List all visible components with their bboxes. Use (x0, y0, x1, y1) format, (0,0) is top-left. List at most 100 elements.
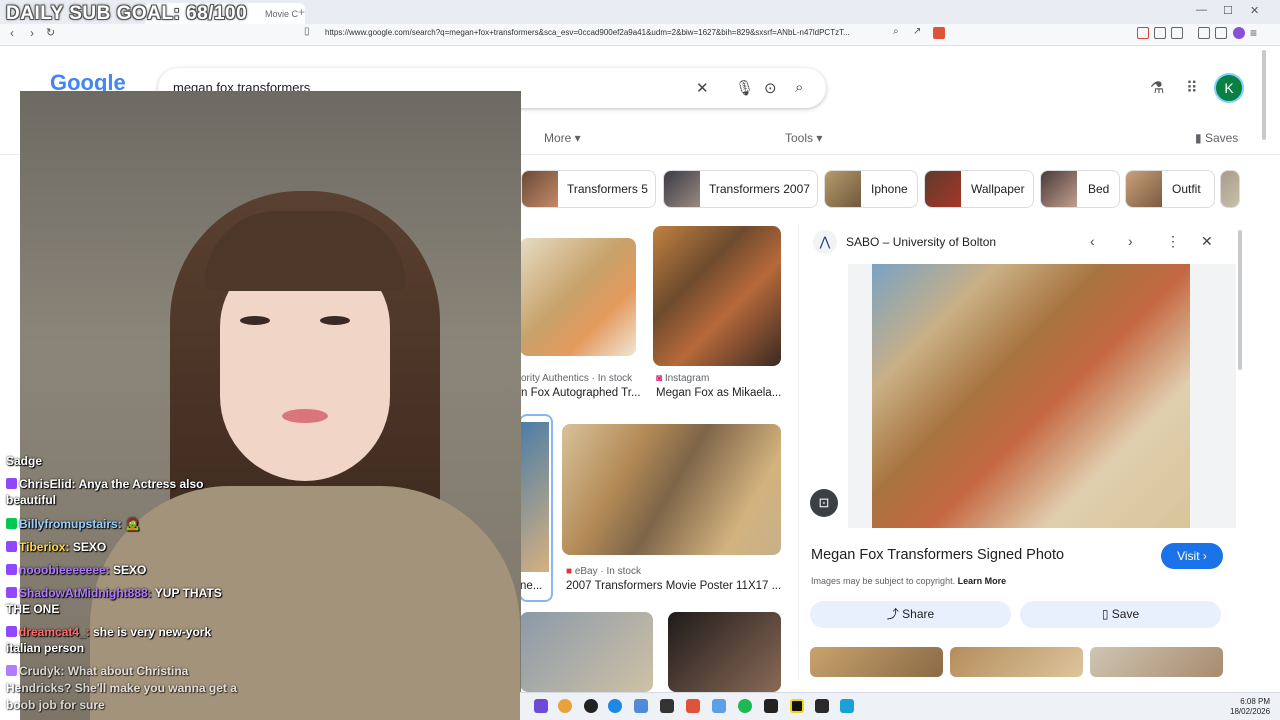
folder-icon[interactable] (634, 699, 648, 713)
result-title[interactable]: 2007 Transformers Movie Poster 11X17 ... (566, 580, 781, 592)
chip-iphone[interactable]: Iphone (824, 170, 918, 208)
media-icon[interactable] (1198, 27, 1210, 39)
next-icon[interactable]: › (1128, 233, 1133, 249)
ebay-icon: ■ (566, 566, 573, 577)
result-image[interactable] (520, 238, 636, 356)
chat-user: Crudyk: (19, 664, 65, 678)
close-window-icon[interactable]: ✕ (1250, 4, 1259, 17)
twitch-badge-icon (6, 626, 17, 637)
result-source: ■ eBay · In stock (566, 566, 641, 577)
chat-line: dreamcat4_: she is very new-york (6, 624, 211, 640)
maximize-icon[interactable]: ☐ (1223, 4, 1233, 17)
search-icon[interactable]: ⌕ (795, 79, 803, 96)
selected-result[interactable]: ne... (519, 414, 553, 602)
discord-icon[interactable] (534, 699, 548, 713)
tab-tools[interactable]: Tools ▾ (785, 131, 822, 145)
avatar[interactable]: K (1214, 73, 1244, 103)
edge-icon[interactable] (608, 699, 622, 713)
chip-bed[interactable]: Bed (1040, 170, 1120, 208)
chat-user: Tiberiox: (19, 540, 70, 554)
result-image[interactable] (562, 424, 781, 555)
reader-icon[interactable] (1171, 27, 1183, 39)
chat-line: THE ONE (6, 601, 59, 617)
zoom-icon[interactable]: ⌕ (893, 26, 899, 37)
spotify-icon[interactable] (738, 699, 752, 713)
chat-line: Sadge (6, 453, 42, 469)
back-icon[interactable]: ‹ (10, 26, 14, 40)
capcut-icon[interactable] (660, 699, 674, 713)
related-image[interactable] (810, 647, 943, 677)
brave-icon[interactable] (686, 699, 700, 713)
chip-outfit[interactable]: Outfit (1125, 170, 1215, 208)
obs-icon[interactable] (584, 699, 598, 713)
profile-icon[interactable] (1233, 27, 1245, 39)
bookmark-save-icon: ▯ (1101, 607, 1109, 621)
previous-icon[interactable]: ‹ (1090, 233, 1095, 249)
console-icon[interactable] (815, 699, 829, 713)
menu-icon[interactable]: ≡ (1250, 26, 1257, 40)
related-image[interactable] (950, 647, 1083, 677)
chat-user: Billyfromupstairs: (19, 517, 122, 531)
related-image[interactable] (1090, 647, 1223, 677)
preview-scrollbar[interactable] (1238, 230, 1242, 370)
chat-message: boob job for sure (6, 698, 105, 712)
chip-wallpaper[interactable]: Wallpaper (924, 170, 1034, 208)
extension-icon[interactable] (1137, 27, 1149, 39)
result-title[interactable]: Megan Fox as Mikaela... (656, 387, 781, 399)
brave-shield-icon[interactable] (933, 27, 945, 39)
chat-message: Hendricks? She'll make you wanna get a (6, 681, 237, 695)
result-title[interactable]: n Fox Autographed Tr... (521, 387, 641, 399)
result-image[interactable] (520, 612, 653, 692)
system-clock[interactable]: 6:08 PM 18/02/2026 (1230, 697, 1270, 717)
bookmark-icon[interactable]: ▯ (304, 26, 310, 37)
chat-line: ChrisElid: Anya the Actress also (6, 476, 204, 492)
result-image[interactable] (653, 226, 781, 366)
instagram-icon: ◙ (656, 373, 663, 384)
result-image[interactable] (668, 612, 781, 692)
chat-message: YUP THATS (154, 586, 222, 600)
chat-line: Hendricks? She'll make you wanna get a (6, 680, 237, 696)
new-tab-icon[interactable]: + (298, 5, 305, 19)
preview-image[interactable] (872, 264, 1190, 528)
chat-user: dreamcat4_: (19, 625, 90, 639)
chip-more[interactable] (1220, 170, 1240, 208)
terminal-icon[interactable] (764, 699, 778, 713)
extensions-icon[interactable] (1154, 27, 1166, 39)
sidebar-icon[interactable] (1215, 27, 1227, 39)
page-scrollbar[interactable] (1262, 50, 1266, 140)
chat-message: she is very new-york (93, 625, 212, 639)
clock-date: 18/02/2026 (1230, 707, 1271, 716)
result-source: ◙ Instagram (656, 373, 709, 384)
chrome-icon[interactable] (558, 699, 572, 713)
preview-site-name[interactable]: SABO – University of Bolton (846, 235, 996, 249)
chip-transformers-2007[interactable]: Transformers 2007 (663, 170, 818, 208)
lens-icon[interactable]: ⊙ (764, 79, 777, 97)
chip-thumb (1221, 171, 1239, 207)
minimize-icon[interactable]: — (1196, 4, 1207, 16)
saves-button[interactable]: ▮ Saves (1195, 131, 1238, 145)
lens-search-icon[interactable]: ⊡ (810, 489, 838, 517)
microphone-icon[interactable]: 🎙 (735, 79, 754, 97)
clear-icon[interactable]: ✕ (696, 79, 709, 97)
app-icon[interactable] (790, 699, 804, 713)
apps-icon[interactable]: ⠿ (1186, 78, 1198, 98)
save-button[interactable]: ▯ Save (1020, 601, 1221, 628)
reload-icon[interactable]: ↻ (46, 26, 55, 39)
learn-more-link[interactable]: Learn More (958, 576, 1007, 586)
more-options-icon[interactable]: ⋮ (1166, 233, 1180, 250)
twitch-badge-icon (6, 564, 17, 575)
chip-transformers-5[interactable]: Transformers 5 (521, 170, 656, 208)
share-button[interactable]: ⤴ Share (810, 601, 1011, 628)
visit-button[interactable]: Visit › (1161, 543, 1223, 569)
close-preview-icon[interactable]: ✕ (1201, 233, 1213, 250)
chat-user: nooobieeeeeee: (19, 563, 110, 577)
preview-title[interactable]: Megan Fox Transformers Signed Photo (811, 547, 1064, 563)
store-icon[interactable] (712, 699, 726, 713)
labs-icon[interactable]: ⚗ (1150, 78, 1164, 98)
share-page-icon[interactable]: ↗ (913, 26, 921, 37)
notepad-icon[interactable] (840, 699, 854, 713)
url-field[interactable]: https://www.google.com/search?q=megan+fo… (325, 28, 885, 42)
forward-icon[interactable]: › (30, 26, 34, 40)
tab-more[interactable]: More ▾ (544, 131, 581, 145)
chat-message: beautiful (6, 493, 56, 507)
